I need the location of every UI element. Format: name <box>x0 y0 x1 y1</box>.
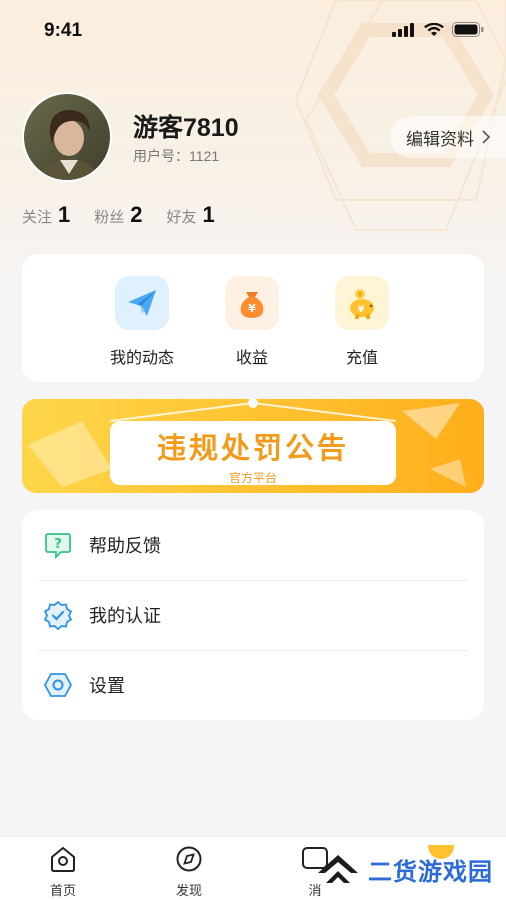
menu-item-label: 我的认证 <box>89 606 161 626</box>
menu-item-label: 帮助反馈 <box>89 536 161 556</box>
tab-discover[interactable]: 发现 <box>154 845 224 899</box>
watermark: 二货游戏园 <box>316 844 500 894</box>
quick-action-posts[interactable]: 我的动态 <box>92 276 192 368</box>
quick-action-label: 充值 <box>345 350 378 367</box>
quick-action-recharge[interactable]: ¥ ¥ 充值 <box>312 276 412 368</box>
menu-card: ? 帮助反馈 我的认证 设置 <box>22 510 484 720</box>
battery-icon <box>452 22 484 37</box>
tab-label: 发现 <box>175 883 202 898</box>
banner-card: 违规处罚公告 官方平台 <box>110 421 396 485</box>
avatar[interactable] <box>22 92 112 182</box>
stat-friends[interactable]: 好友 1 <box>167 202 215 228</box>
quick-action-label: 我的动态 <box>109 350 174 367</box>
stat-label: 关注 <box>22 209 53 226</box>
stat-value: 2 <box>130 202 143 227</box>
signal-icon <box>392 22 414 37</box>
help-chat-icon: ? <box>42 529 74 561</box>
menu-item-verification[interactable]: 我的认证 <box>22 580 484 650</box>
verified-badge-icon <box>42 599 74 631</box>
banner-subtitle: 官方平台 <box>228 471 277 485</box>
svg-text:¥: ¥ <box>358 305 365 315</box>
chevron-right-icon <box>482 130 490 144</box>
watermark-logo-icon <box>318 855 358 883</box>
settings-hex-icon <box>42 669 74 701</box>
home-icon <box>51 846 75 872</box>
svg-text:¥: ¥ <box>358 291 363 299</box>
tab-home[interactable]: 首页 <box>28 845 98 899</box>
quick-actions-card: 我的动态 ¥ 收益 ¥ ¥ 充值 <box>22 254 484 382</box>
menu-item-label: 设置 <box>89 676 125 696</box>
svg-text:¥: ¥ <box>248 302 256 315</box>
stat-following[interactable]: 关注 1 <box>22 202 70 228</box>
watermark-text: 二货游戏园 <box>368 858 493 886</box>
piggy-bank-icon: ¥ ¥ <box>335 276 389 330</box>
banner-title: 违规处罚公告 <box>156 433 349 465</box>
money-bag-icon: ¥ <box>225 276 279 330</box>
status-icons <box>392 22 484 37</box>
profile-screen: 9:41 游客7810 用户号：1121 编辑资料 关注 1 粉丝 2 好友 1… <box>0 0 506 900</box>
stat-value: 1 <box>202 202 215 227</box>
user-id: 用户号：1121 <box>133 148 220 164</box>
stat-fans[interactable]: 粉丝 2 <box>94 202 142 228</box>
svg-text:?: ? <box>54 537 62 552</box>
status-time: 9:41 <box>44 20 83 41</box>
tab-label: 首页 <box>49 883 76 898</box>
compass-icon <box>176 846 202 872</box>
username: 游客7810 <box>133 114 239 142</box>
wifi-icon <box>424 22 444 36</box>
edit-profile-label: 编辑资料 <box>406 129 474 149</box>
edit-profile-button[interactable]: 编辑资料 <box>390 116 506 158</box>
quick-action-label: 收益 <box>235 350 268 367</box>
quick-action-earnings[interactable]: ¥ 收益 <box>202 276 302 368</box>
stat-label: 好友 <box>166 209 197 226</box>
social-stats: 关注 1 粉丝 2 好友 1 <box>22 202 215 228</box>
menu-item-help-feedback[interactable]: ? 帮助反馈 <box>22 510 484 580</box>
menu-item-settings[interactable]: 设置 <box>22 650 484 720</box>
avatar-photo <box>24 94 110 180</box>
announcement-banner[interactable]: 违规处罚公告 官方平台 <box>22 399 484 493</box>
stat-label: 粉丝 <box>94 209 125 226</box>
paper-plane-icon <box>115 276 169 330</box>
status-bar: 9:41 <box>0 0 506 60</box>
stat-value: 1 <box>58 202 71 227</box>
